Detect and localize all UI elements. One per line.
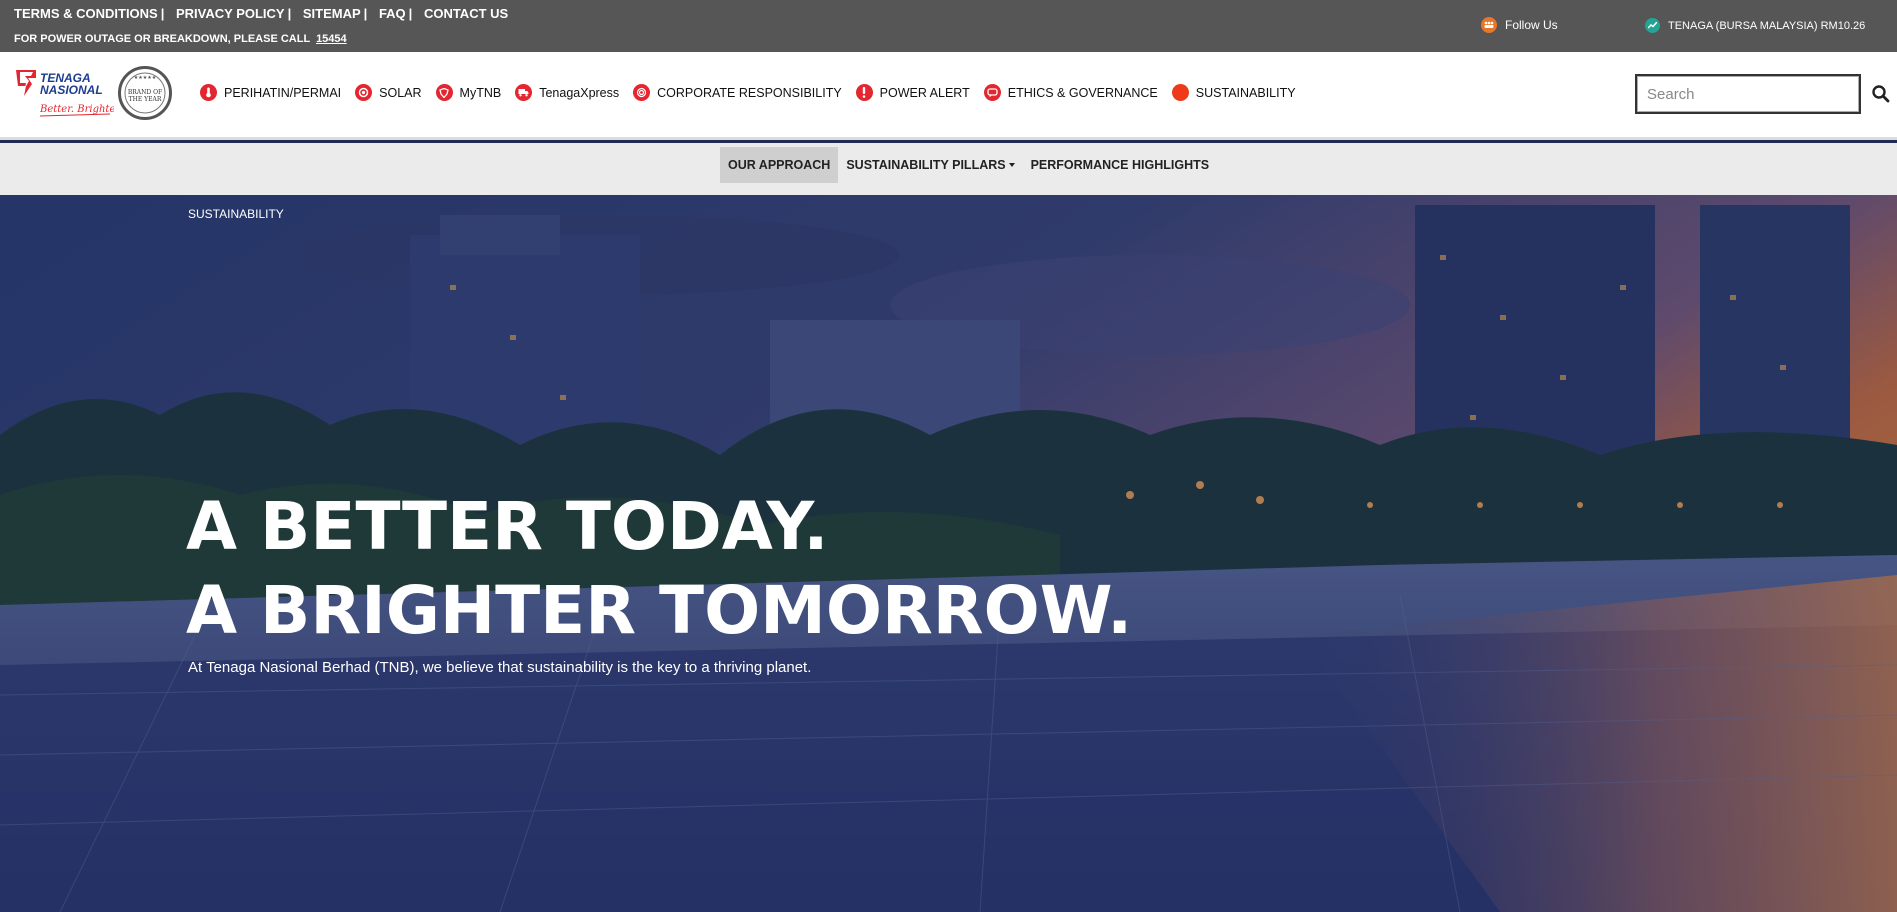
nav-label-mytnb: MyTNB — [459, 85, 502, 100]
main-navigation: TENAGA NASIONAL Better. Brighter. ★★★★★ … — [0, 52, 1897, 140]
sitemap-link[interactable]: SITEMAP — [303, 6, 361, 21]
nav-label-sustainability: SUSTAINABILITY — [1195, 85, 1296, 100]
search-input[interactable] — [1635, 74, 1861, 114]
nav-item-mytnb[interactable]: MyTNB — [435, 84, 502, 101]
chat-icon — [983, 84, 1001, 101]
nav-item-perihatin[interactable]: PERIHATIN/PERMAI — [200, 84, 341, 101]
primary-nav-links: PERIHATIN/PERMAI SOLAR MyTNB TenagaXpres… — [200, 84, 1310, 101]
target-icon — [633, 84, 651, 101]
nav-label-perihatin: PERIHATIN/PERMAI — [224, 85, 342, 100]
brand-of-the-year-seal: ★★★★★ BRAND OF THE YEAR — [118, 66, 172, 120]
nav-label-ethics-governance: ETHICS & GOVERNANCE — [1007, 85, 1158, 100]
nav-item-power-alert[interactable]: POWER ALERT — [855, 84, 970, 101]
shield-icon — [435, 84, 453, 101]
privacy-policy-link[interactable]: PRIVACY POLICY — [176, 6, 285, 21]
hero-headline-line1: A BETTER TODAY. — [186, 488, 829, 565]
nav-label-power-alert: POWER ALERT — [879, 85, 970, 100]
top-utility-bar: TERMS & CONDITIONS | PRIVACY POLICY | SITE… — [0, 0, 1897, 52]
tnb-logo[interactable]: TENAGA NASIONAL Better. Brighter. — [14, 66, 122, 122]
hero-intro-text: At Tenaga Nasional Berhad (TNB), we beli… — [188, 659, 812, 676]
alert-icon — [855, 84, 873, 101]
thermometer-icon — [200, 84, 217, 101]
caret-down-icon — [1008, 163, 1015, 167]
trend-icon — [1645, 18, 1660, 33]
subnav-sustainability-pillars[interactable]: SUSTAINABILITY PILLARS — [838, 147, 1022, 183]
nav-item-ethics-governance[interactable]: ETHICS & GOVERNANCE — [983, 84, 1158, 101]
hero-headline-line2: A BRIGHTER TOMORROW. — [186, 572, 1133, 649]
faq-link[interactable]: FAQ — [379, 6, 406, 21]
logo-line2: NASIONAL — [40, 83, 103, 97]
truck-icon — [515, 84, 533, 101]
subnav-items: OUR APPROACH SUSTAINABILITY PILLARS PERF… — [720, 147, 1217, 183]
outage-phone-link[interactable]: 15454 — [316, 33, 347, 45]
nav-item-tenagaxpress[interactable]: TenagaXpress — [515, 84, 619, 101]
follow-us-label: Follow Us — [1505, 18, 1558, 32]
follow-us-button[interactable]: Follow Us — [1481, 17, 1558, 33]
svg-text:THE YEAR: THE YEAR — [129, 96, 162, 103]
contact-us-link[interactable]: CONTACT US — [424, 6, 508, 21]
outage-text: FOR POWER OUTAGE OR BREAKDOWN, PLEASE CA… — [14, 33, 310, 45]
nav-label-tenagaxpress: TenagaXpress — [539, 85, 620, 100]
subnav-our-approach[interactable]: OUR APPROACH — [720, 147, 839, 183]
subnav-pillars-label: SUSTAINABILITY PILLARS — [846, 158, 1006, 172]
logo-tagline: Better. Brighter. — [39, 104, 114, 115]
svg-text:★★★★★: ★★★★★ — [134, 75, 157, 81]
nav-label-corporate-responsibility: CORPORATE RESPONSIBILITY — [657, 85, 842, 100]
subnav-performance-highlights[interactable]: PERFORMANCE HIGHLIGHTS — [1023, 147, 1217, 183]
people-icon — [1481, 17, 1497, 33]
hero-headline: A BETTER TODAY. A BRIGHTER TOMORROW. — [186, 485, 1132, 653]
outage-notice: FOR POWER OUTAGE OR BREAKDOWN, PLEASE CA… — [14, 33, 347, 45]
nav-item-corporate-responsibility[interactable]: CORPORATE RESPONSIBILITY — [633, 84, 842, 101]
search-area — [1635, 74, 1891, 114]
search-icon[interactable] — [1871, 84, 1891, 104]
utility-links: TERMS & CONDITIONS | PRIVACY POLICY | SITE… — [14, 6, 509, 21]
stock-label: TENAGA (BURSA MALAYSIA) RM10.26 — [1668, 19, 1866, 32]
nav-label-solar: SOLAR — [379, 85, 422, 100]
section-subnav: OUR APPROACH SUSTAINABILITY PILLARS PERF… — [0, 143, 1897, 195]
stock-ticker[interactable]: TENAGA (BURSA MALAYSIA) RM10.26 — [1645, 18, 1865, 33]
svg-text:BRAND OF: BRAND OF — [128, 89, 162, 96]
terms-link[interactable]: TERMS & CONDITIONS — [14, 6, 158, 21]
nav-item-solar[interactable]: SOLAR — [355, 84, 422, 101]
circle-icon — [1171, 84, 1189, 101]
sun-icon — [355, 84, 373, 101]
hero-banner: SUSTAINABILITY A BETTER TODAY. A BRIGHTE… — [0, 195, 1897, 912]
nav-item-sustainability[interactable]: SUSTAINABILITY — [1171, 84, 1296, 101]
breadcrumb[interactable]: SUSTAINABILITY — [188, 207, 284, 221]
